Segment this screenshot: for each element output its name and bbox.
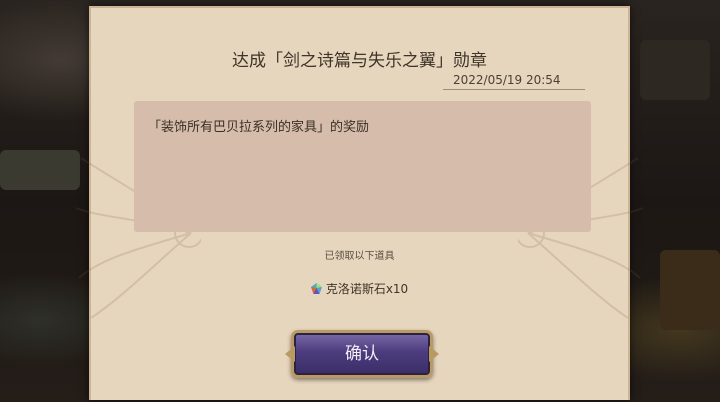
- game-scene: 达成「剑之诗篇与失乐之翼」勋章 2022/05/19 20:54 「装饰所有巴贝…: [0, 0, 720, 402]
- reward-description: 「装饰所有巴贝拉系列的家具」的奖励: [148, 120, 370, 135]
- chronos-stone-icon: [310, 283, 322, 294]
- background-chest: [660, 250, 720, 330]
- dialog-title: 达成「剑之诗篇与失乐之翼」勋章: [232, 51, 487, 71]
- reward-item: 克洛诺斯石x10: [91, 280, 628, 297]
- confirm-button[interactable]: 确认: [291, 330, 433, 378]
- reward-item-label: 克洛诺斯石x10: [325, 282, 409, 296]
- background-shelf: [0, 150, 80, 190]
- medal-dialog: 达成「剑之诗篇与失乐之翼」勋章 2022/05/19 20:54 「装饰所有巴贝…: [75, 6, 644, 400]
- achievement-timestamp: 2022/05/19 20:54: [443, 73, 585, 90]
- background-lamp: [640, 40, 710, 100]
- reward-description-box: 「装饰所有巴贝拉系列的家具」的奖励: [134, 101, 591, 232]
- received-items-label: 已领取以下道具: [324, 251, 395, 262]
